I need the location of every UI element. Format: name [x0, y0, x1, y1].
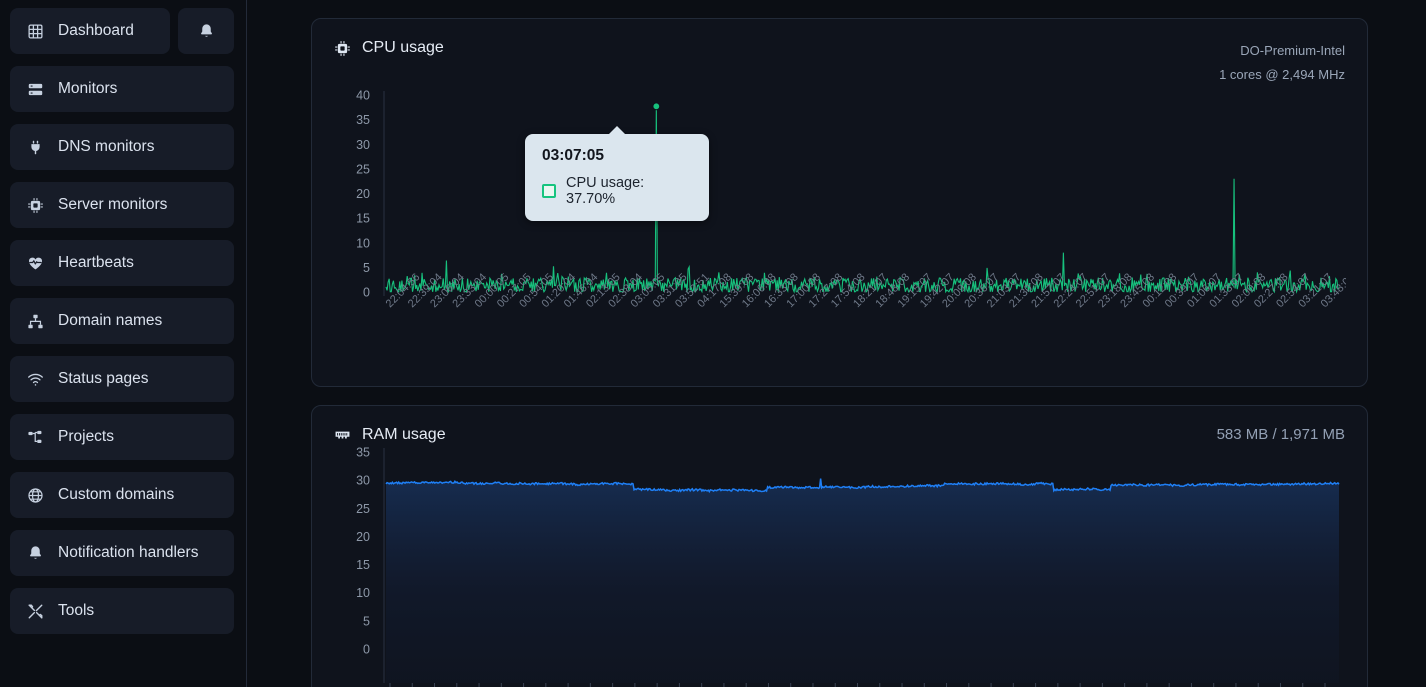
cpu-card-header: CPU usage DO-Premium-Intel 1 cores @ 2,4…: [334, 39, 1345, 87]
sidebar-item-label: Server monitors: [58, 196, 168, 213]
sidebar-item-label: Tools: [58, 602, 95, 619]
sidebar-item-label: Dashboard: [58, 22, 134, 39]
server-icon: [26, 80, 45, 99]
cpu-icon: [334, 39, 352, 57]
sidebar: Dashboard Monitors DNS monitors Server m…: [0, 0, 247, 687]
sidebar-item-label: Status pages: [58, 370, 149, 387]
svg-text:0: 0: [363, 286, 370, 300]
ram-card-header: RAM usage 583 MB / 1,971 MB: [334, 426, 1345, 444]
sidebar-item-label: Custom domains: [58, 486, 175, 503]
svg-text:35: 35: [356, 113, 370, 127]
grid-icon: [26, 22, 45, 41]
cpu-usage-card: CPU usage DO-Premium-Intel 1 cores @ 2,4…: [311, 18, 1368, 388]
cpu-card-title: CPU usage: [334, 39, 444, 57]
sidebar-item-notification-handlers[interactable]: Notification handlers: [10, 530, 234, 576]
ram-card-title: RAM usage: [334, 426, 446, 444]
svg-text:25: 25: [356, 162, 370, 176]
app-root: Dashboard Monitors DNS monitors Server m…: [0, 0, 1426, 687]
cpu-meta-model: DO-Premium-Intel: [1240, 43, 1345, 58]
plug-icon: [26, 138, 45, 157]
wifi-icon: [26, 370, 45, 389]
sidebar-item-label: Monitors: [58, 80, 118, 97]
sidebar-item-custom-domains[interactable]: Custom domains: [10, 472, 234, 518]
ram-card-title-label: RAM usage: [362, 426, 446, 444]
bell-icon: [26, 544, 45, 563]
svg-text:20: 20: [356, 187, 370, 201]
sidebar-item-tools[interactable]: Tools: [10, 588, 234, 634]
ram-usage-chart[interactable]: 0 5 10 15 20 25 30 35: [334, 444, 1346, 687]
heart-pulse-icon: [26, 254, 45, 273]
svg-text:5: 5: [363, 614, 370, 628]
sidebar-item-label: Projects: [58, 428, 114, 445]
svg-text:0: 0: [363, 643, 370, 657]
ram-card-meta: 583 MB / 1,971 MB: [1216, 426, 1345, 444]
svg-text:10: 10: [356, 586, 370, 600]
bell-icon: [197, 22, 216, 41]
svg-text:15: 15: [356, 558, 370, 572]
cpu-chart-wrap[interactable]: 0 5 10 15 20 25 30 35 40 22:04:56 22:39:04 23:06:04…: [334, 87, 1346, 372]
sidebar-item-server-monitors[interactable]: Server monitors: [10, 182, 234, 228]
sidebar-item-label: Heartbeats: [58, 254, 134, 271]
ram-usage-card: RAM usage 583 MB / 1,971 MB 0 5 10 15 20 25 30…: [311, 405, 1368, 687]
sidebar-item-monitors[interactable]: Monitors: [10, 66, 234, 112]
svg-text:30: 30: [356, 474, 370, 488]
svg-text:15: 15: [356, 212, 370, 226]
project-tree-icon: [26, 428, 45, 447]
sidebar-item-label: Notification handlers: [58, 544, 199, 561]
sidebar-item-domain-names[interactable]: Domain names: [10, 298, 234, 344]
svg-text:5: 5: [363, 261, 370, 275]
cpu-usage-chart[interactable]: 051015202530354022:04:5622:39:0423:06:04…: [334, 87, 1346, 372]
svg-text:20: 20: [356, 530, 370, 544]
sidebar-item-label: DNS monitors: [58, 138, 155, 155]
tooltip-time: 03:07:05: [542, 147, 605, 165]
sidebar-top-row: Dashboard: [10, 8, 234, 54]
cpu-icon: [26, 196, 45, 215]
svg-text:40: 40: [356, 89, 370, 103]
cpu-card-title-label: CPU usage: [362, 39, 444, 56]
ram-chart-wrap[interactable]: 0 5 10 15 20 25 30 35: [334, 444, 1345, 687]
sidebar-item-dns-monitors[interactable]: DNS monitors: [10, 124, 234, 170]
tooltip-series-label: CPU usage: 37.70%: [566, 175, 645, 208]
main-content: CPU usage DO-Premium-Intel 1 cores @ 2,4…: [247, 0, 1426, 687]
svg-text:25: 25: [356, 502, 370, 516]
svg-text:35: 35: [356, 446, 370, 460]
sidebar-item-label: Domain names: [58, 312, 163, 329]
tools-icon: [26, 602, 45, 621]
chart-tooltip: 03:07:05 CPU usage: 37.70%: [525, 126, 709, 222]
sidebar-item-dashboard[interactable]: Dashboard: [10, 8, 170, 54]
sidebar-item-heartbeats[interactable]: Heartbeats: [10, 240, 234, 286]
notifications-button[interactable]: [178, 8, 234, 54]
cpu-card-meta: DO-Premium-Intel 1 cores @ 2,494 MHz: [1219, 39, 1345, 87]
svg-text:10: 10: [356, 236, 370, 250]
tooltip-series-row: CPU usage: 37.70%: [542, 175, 692, 207]
svg-text:30: 30: [356, 138, 370, 152]
tooltip-color-swatch-icon: [542, 184, 556, 199]
memory-icon: [334, 426, 352, 444]
sitemap-icon: [26, 312, 45, 331]
cpu-meta-cores: 1 cores @ 2,494 MHz: [1219, 67, 1345, 83]
globe-icon: [26, 486, 45, 505]
sidebar-item-projects[interactable]: Projects: [10, 414, 234, 460]
sidebar-item-status-pages[interactable]: Status pages: [10, 356, 234, 402]
